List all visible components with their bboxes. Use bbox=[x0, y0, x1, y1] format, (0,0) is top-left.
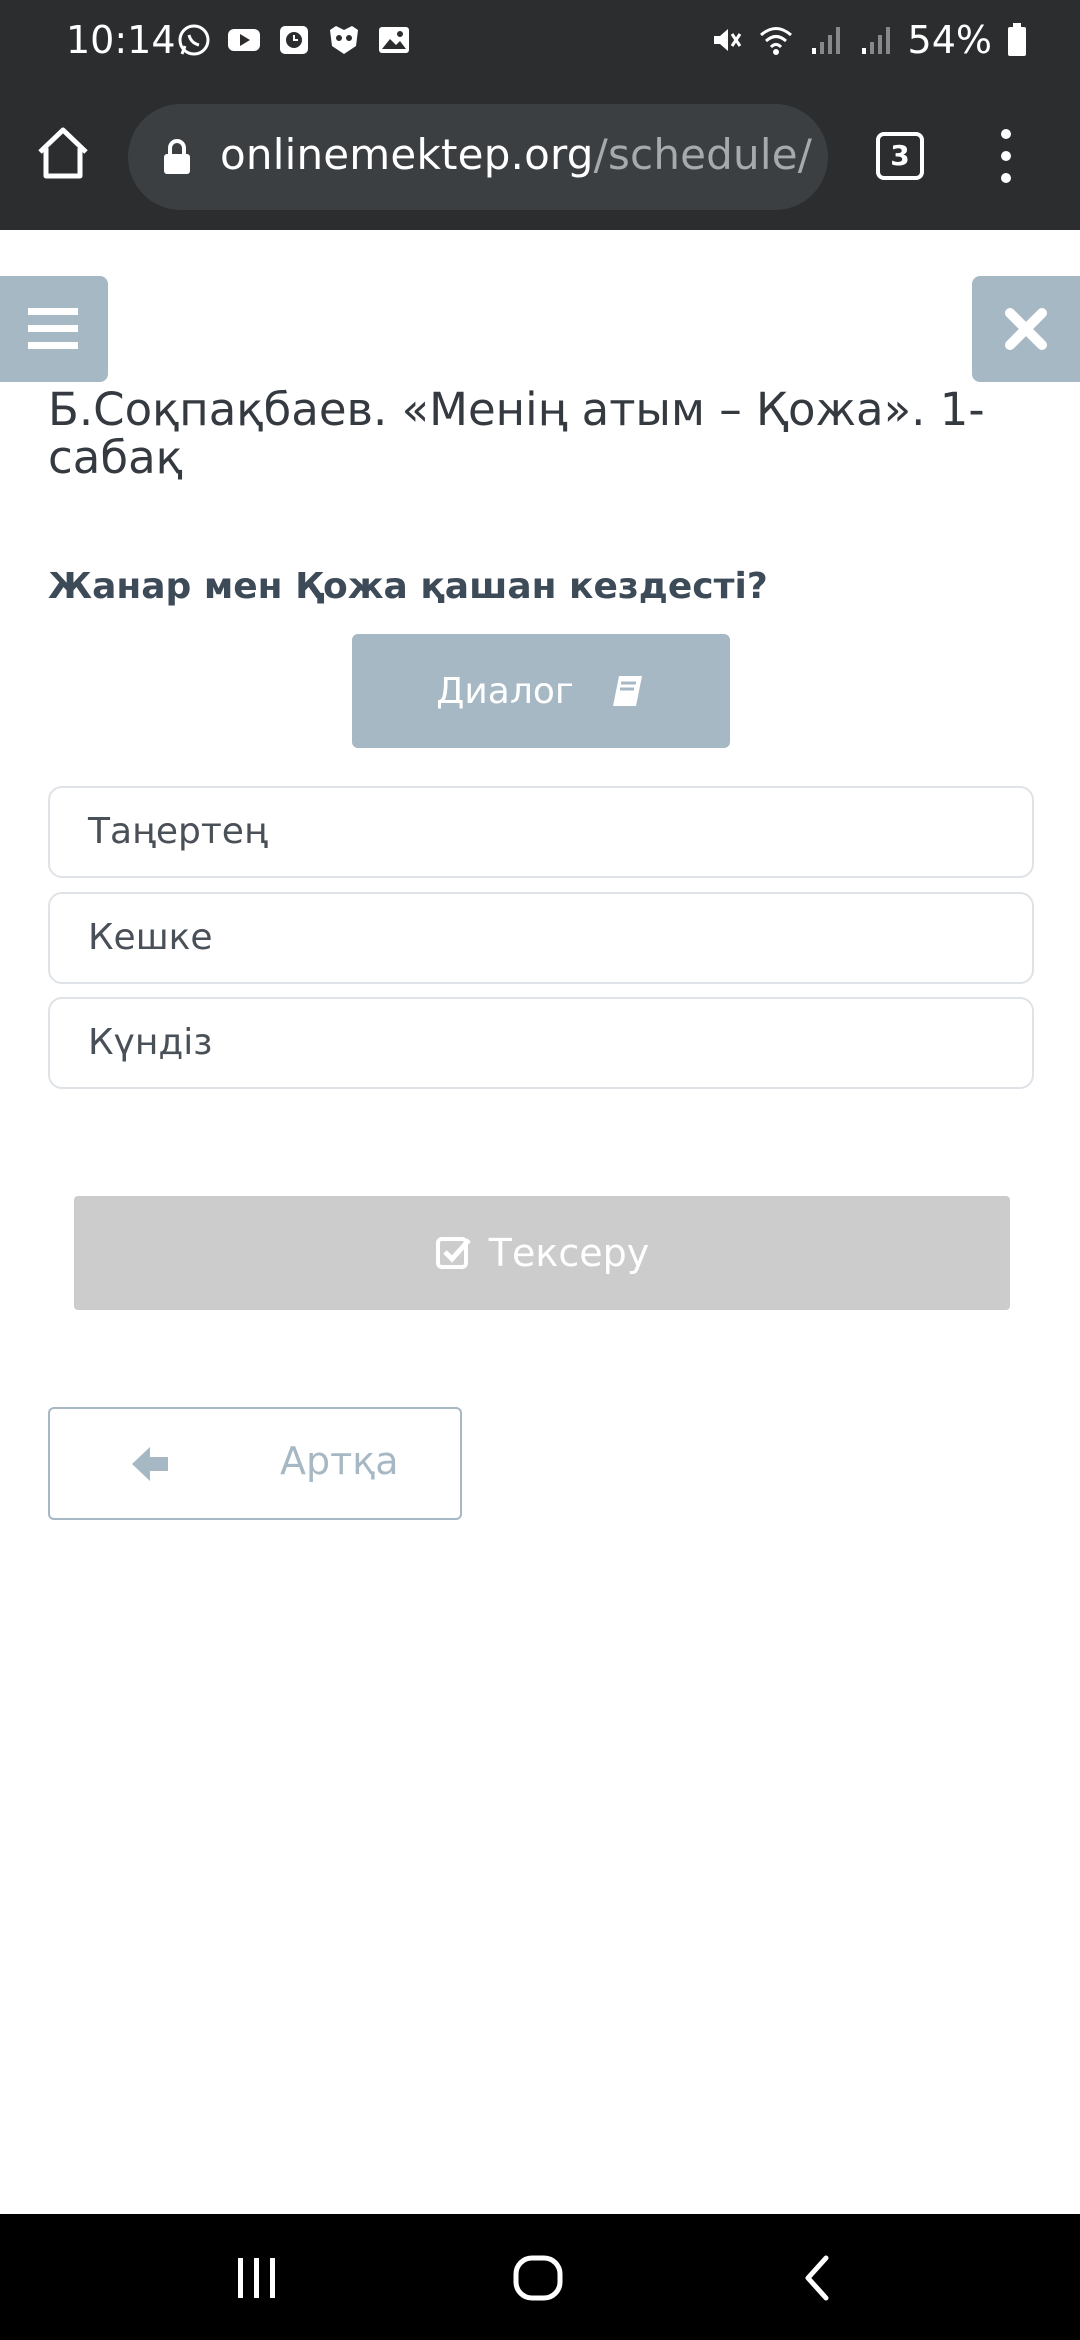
signal-icon bbox=[811, 27, 840, 54]
back-label: Артқа bbox=[280, 1439, 399, 1483]
whatsapp-icon bbox=[178, 24, 210, 56]
system-nav-bar bbox=[0, 2214, 1080, 2340]
answer-option[interactable]: Кешке bbox=[48, 892, 1034, 984]
nav-home-icon[interactable] bbox=[512, 2254, 564, 2302]
lock-icon bbox=[164, 139, 190, 174]
dialog-button[interactable]: Диалог bbox=[352, 634, 730, 748]
book-icon bbox=[610, 675, 642, 707]
close-icon bbox=[1005, 308, 1047, 350]
dialog-label: Диалог bbox=[436, 670, 574, 712]
check-label: Тексеру bbox=[488, 1231, 650, 1275]
url-text: onlinemektep.org/schedule/ bbox=[220, 130, 812, 179]
back-button[interactable]: Артқа bbox=[48, 1407, 462, 1520]
clock-app-icon bbox=[280, 26, 308, 54]
youtube-icon bbox=[228, 29, 260, 51]
arrow-left-icon bbox=[132, 1447, 168, 1481]
lesson-title: Б.Соқпақбаев. «Менің атым – Қожа». 1-саб… bbox=[48, 383, 985, 484]
menu-toggle-button[interactable] bbox=[0, 276, 108, 382]
mute-icon bbox=[713, 29, 741, 51]
close-button[interactable] bbox=[972, 276, 1080, 382]
wifi-icon bbox=[759, 27, 792, 55]
answer-option[interactable]: Күндіз bbox=[48, 997, 1034, 1089]
check-button[interactable]: Тексеру bbox=[74, 1196, 1010, 1310]
question-text: Жанар мен Қожа қашан кездесті? bbox=[48, 566, 768, 607]
signal-icon bbox=[861, 27, 890, 54]
url-path: /schedule/ bbox=[593, 130, 813, 179]
battery-icon bbox=[1008, 23, 1026, 56]
recent-apps-icon[interactable] bbox=[232, 2256, 282, 2300]
status-time: 10:14 bbox=[66, 18, 176, 62]
address-bar[interactable]: onlinemektep.org/schedule/ bbox=[128, 104, 828, 210]
tab-switcher-button[interactable]: 3 bbox=[876, 132, 924, 180]
nav-back-icon[interactable] bbox=[800, 2254, 834, 2302]
url-host: onlinemektep.org bbox=[220, 130, 594, 179]
mask-app-icon bbox=[330, 26, 358, 54]
browser-toolbar: onlinemektep.org/schedule/ 3 bbox=[0, 84, 1080, 230]
battery-percent: 54% bbox=[907, 18, 992, 62]
system-indicators: 54% bbox=[708, 18, 1028, 62]
answer-option[interactable]: Таңертең bbox=[48, 786, 1034, 878]
hamburger-icon bbox=[28, 308, 78, 349]
home-icon[interactable] bbox=[34, 124, 92, 182]
gallery-icon bbox=[379, 27, 409, 53]
status-bar: 10:14 54% bbox=[0, 0, 1080, 84]
checkbox-check-icon bbox=[435, 1237, 471, 1269]
notification-icons bbox=[176, 22, 412, 58]
more-options-icon[interactable] bbox=[996, 126, 1016, 186]
